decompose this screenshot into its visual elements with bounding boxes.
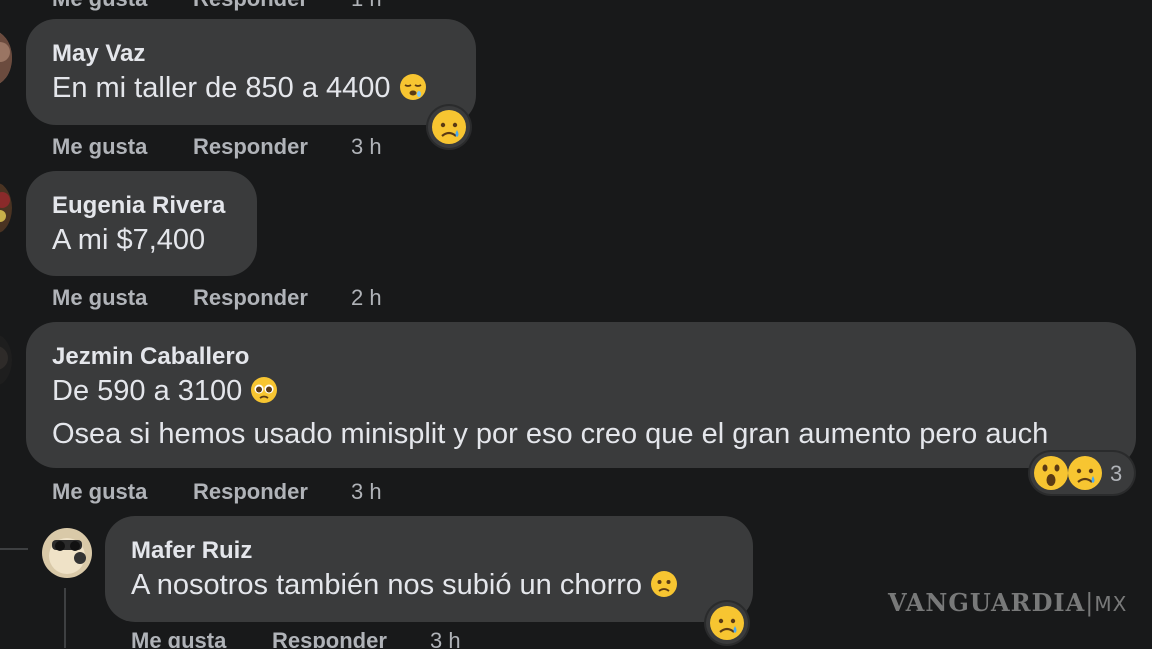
comment-text-line: De 590 a 3100 xyxy=(52,375,243,407)
comment-time: 3 h xyxy=(430,628,461,648)
thread-connector xyxy=(0,548,28,550)
avatar[interactable] xyxy=(0,332,12,388)
comment-actions-partial: Me gusta Responder 1 h xyxy=(52,0,452,12)
comment-text: De 590 a 3100 xyxy=(52,375,278,408)
comment-text-line: A mi $7,400 xyxy=(52,224,206,256)
watermark-brand: VANGUARDIA xyxy=(888,588,1086,617)
comment-author[interactable]: May Vaz xyxy=(52,40,145,68)
comment-text: A nosotros también nos subió un chorro xyxy=(131,569,678,602)
like-button[interactable]: Me gusta xyxy=(52,285,147,311)
avatar[interactable] xyxy=(42,528,92,578)
watermark-separator: | xyxy=(1085,589,1095,617)
reply-button[interactable]: Responder xyxy=(193,479,308,505)
watermark: VANGUARDIA|MX xyxy=(888,588,1127,617)
watermark-suffix: MX xyxy=(1094,592,1128,616)
comment-actions: Me gusta Responder 2 h xyxy=(52,285,452,311)
comment-author[interactable]: Jezmin Caballero xyxy=(52,343,249,371)
reply-button[interactable]: Responder xyxy=(272,628,387,648)
comment-time: 1 h xyxy=(351,0,382,12)
like-button[interactable]: Me gusta xyxy=(52,0,147,12)
comment-text: En mi taller de 850 a 4400 xyxy=(52,72,427,105)
avatar[interactable] xyxy=(0,30,12,86)
sleepy-face-icon xyxy=(399,74,426,100)
reaction-count: 3 xyxy=(1110,461,1123,486)
pleading-face-icon xyxy=(251,377,278,403)
reply-button[interactable]: Responder xyxy=(193,285,308,311)
comment-text: Osea si hemos usado minisplit y por eso … xyxy=(52,418,1048,451)
frowning-face-icon xyxy=(651,571,678,597)
comment-author[interactable]: Mafer Ruiz xyxy=(131,537,252,565)
sad-face-icon xyxy=(710,606,744,640)
comment-time: 3 h xyxy=(351,134,382,159)
avatar[interactable] xyxy=(0,180,12,236)
comment-text-line: A nosotros también nos subió un chorro xyxy=(131,569,643,601)
comment-text: A mi $7,400 xyxy=(52,224,205,257)
reaction-summary[interactable] xyxy=(706,602,748,644)
sad-face-icon xyxy=(1068,456,1102,490)
comment-text-line: Osea si hemos usado minisplit y por eso … xyxy=(52,418,1049,450)
comment-actions: Me gusta Responder 3 h xyxy=(131,628,531,648)
reply-button[interactable]: Responder xyxy=(193,0,308,12)
like-button[interactable]: Me gusta xyxy=(52,134,147,160)
comment-time: 2 h xyxy=(351,285,382,310)
comment-author[interactable]: Eugenia Rivera xyxy=(52,192,225,220)
reply-button[interactable]: Responder xyxy=(193,134,308,160)
reaction-summary[interactable]: 3 xyxy=(1030,452,1134,494)
like-button[interactable]: Me gusta xyxy=(52,479,147,505)
comment-text-line: En mi taller de 850 a 4400 xyxy=(52,72,391,104)
like-button[interactable]: Me gusta xyxy=(131,628,226,648)
comment-time: 3 h xyxy=(351,479,382,504)
comment-actions: Me gusta Responder 3 h xyxy=(52,134,452,160)
thread-connector xyxy=(64,588,66,648)
comment-actions: Me gusta Responder 3 h xyxy=(52,479,452,505)
